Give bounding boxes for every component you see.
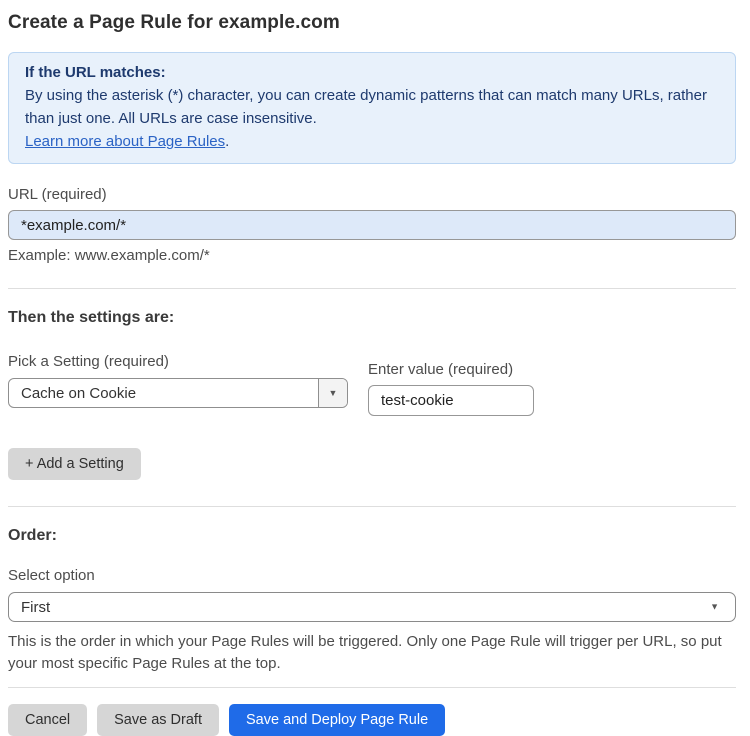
page-title: Create a Page Rule for example.com	[8, 12, 340, 33]
caret-down-icon: ▼	[328, 387, 338, 398]
url-input[interactable]	[8, 210, 736, 240]
link-suffix: .	[225, 133, 230, 150]
setting-select-value: Cache on Cookie	[21, 384, 137, 402]
setting-value-input[interactable]	[368, 385, 534, 416]
order-section-heading: Order:	[8, 527, 57, 544]
info-box-heading: If the URL matches:	[25, 64, 166, 81]
url-field-label: URL (required)	[8, 186, 107, 203]
section-divider	[8, 506, 736, 507]
settings-row: Pick a Setting (required) Cache on Cooki…	[8, 353, 736, 416]
setting-value-column: Enter value (required)	[368, 361, 534, 416]
order-select[interactable]: First ▼	[8, 592, 736, 622]
save-deploy-button[interactable]: Save and Deploy Page Rule	[228, 704, 446, 736]
value-field-label: Enter value (required)	[368, 361, 514, 378]
caret-down-icon: ▼	[710, 601, 719, 612]
setting-select[interactable]: Cache on Cookie ▼	[8, 378, 348, 408]
save-draft-button[interactable]: Save as Draft	[97, 704, 219, 736]
setting-select-label: Pick a Setting (required)	[8, 353, 169, 370]
footer-divider	[8, 687, 736, 688]
add-setting-button[interactable]: + Add a Setting	[8, 448, 141, 480]
info-box-link-line: Learn more about Page Rules.	[25, 130, 719, 153]
learn-more-link[interactable]: Learn more about Page Rules	[25, 133, 225, 150]
order-helper-text: This is the order in which your Page Rul…	[8, 633, 722, 672]
url-example-helper: Example: www.example.com/*	[8, 247, 210, 264]
info-box-body: By using the asterisk (*) character, you…	[25, 87, 707, 127]
cancel-button[interactable]: Cancel	[8, 704, 88, 736]
page-rule-form: Create a Page Rule for example.com If th…	[0, 0, 750, 736]
setting-select-column: Pick a Setting (required) Cache on Cooki…	[8, 353, 348, 416]
url-match-info-box: If the URL matches: By using the asteris…	[8, 52, 736, 164]
footer-buttons: Cancel Save as Draft Save and Deploy Pag…	[8, 704, 736, 736]
order-select-value: First	[21, 598, 51, 616]
settings-section-heading: Then the settings are:	[8, 309, 175, 326]
order-select-label: Select option	[8, 567, 95, 584]
section-divider	[8, 288, 736, 289]
setting-select-arrow-button[interactable]: ▼	[318, 379, 347, 407]
